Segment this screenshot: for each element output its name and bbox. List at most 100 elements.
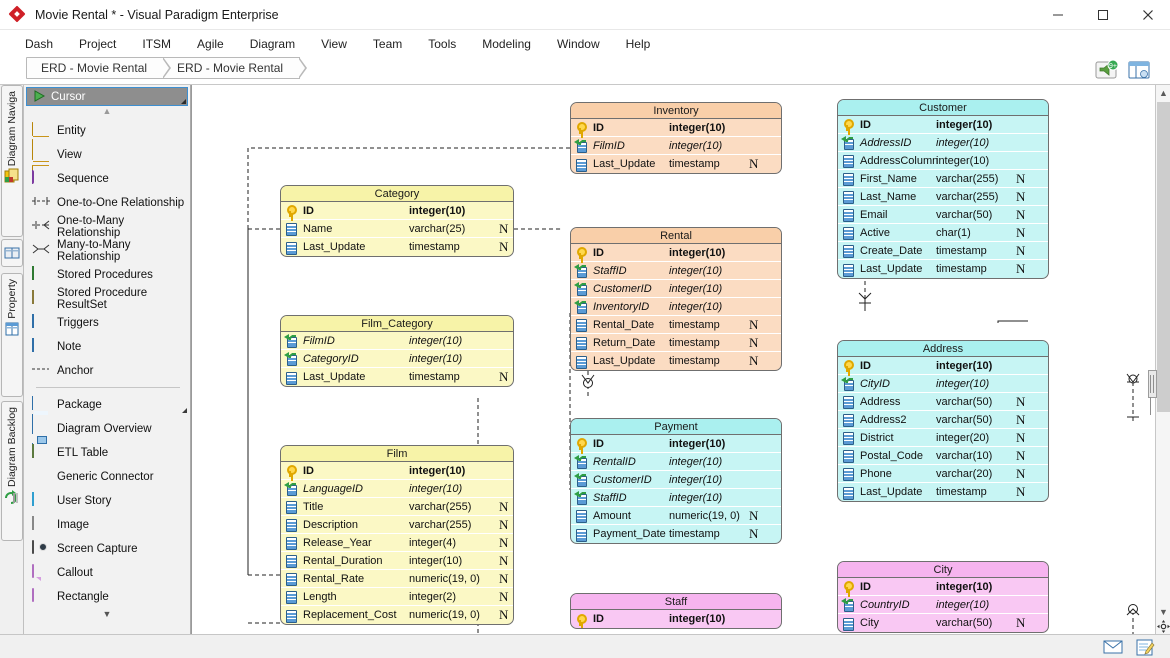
- palette-item-image[interactable]: Image: [24, 513, 190, 537]
- er-column-row[interactable]: LanguageID integer(10): [281, 480, 513, 498]
- palette-item-view[interactable]: View: [24, 143, 190, 179]
- er-column-row[interactable]: Last_Update timestamp N: [838, 260, 1048, 278]
- er-column-row[interactable]: Rental_Rate numeric(19, 0) N: [281, 570, 513, 588]
- scroll-down-icon[interactable]: ▼: [24, 609, 190, 623]
- er-column-row[interactable]: Email varchar(50) N: [838, 206, 1048, 224]
- menu-view[interactable]: View: [308, 33, 360, 55]
- er-column-row[interactable]: City varchar(50) N: [838, 614, 1048, 632]
- er-column-row[interactable]: Release_Year integer(4) N: [281, 534, 513, 552]
- minimize-button[interactable]: [1035, 0, 1080, 30]
- er-column-row[interactable]: FilmID integer(10): [571, 137, 781, 155]
- palette-item-rectangle[interactable]: Rectangle: [24, 585, 190, 609]
- er-entity-address[interactable]: Address ID integer(10) CityID integer(10) Add…: [837, 340, 1049, 502]
- er-column-row[interactable]: Last_Update timestamp N: [281, 238, 513, 256]
- window-layout-icon[interactable]: [1126, 58, 1152, 82]
- er-column-row[interactable]: ID integer(10): [281, 462, 513, 480]
- maximize-button[interactable]: [1080, 0, 1125, 30]
- canvas-vertical-scrollbar[interactable]: ▲ ▼: [1148, 85, 1170, 634]
- palette-item-generic-connector[interactable]: Generic Connector: [24, 465, 190, 489]
- palette-item-many-to-many[interactable]: Many-to-Many Relationship: [24, 239, 190, 263]
- er-column-row[interactable]: ID integer(10): [571, 244, 781, 262]
- er-entity-film[interactable]: Film ID integer(10) LanguageID integer(10) Ti…: [280, 445, 514, 625]
- breadcrumb-item-1[interactable]: ERD - Movie Rental: [26, 57, 172, 79]
- scroll-up-icon[interactable]: ▲: [24, 106, 190, 119]
- palette-item-one-to-many[interactable]: One-to-Many Relationship: [24, 215, 190, 239]
- menu-diagram[interactable]: Diagram: [237, 33, 308, 55]
- er-column-row[interactable]: AddressColumn integer(10): [838, 152, 1048, 170]
- er-column-row[interactable]: CustomerID integer(10): [571, 471, 781, 489]
- er-column-row[interactable]: Payment_Date timestamp N: [571, 525, 781, 543]
- er-column-row[interactable]: Phone varchar(20) N: [838, 465, 1048, 483]
- edit-note-icon[interactable]: [1134, 637, 1156, 657]
- palette-item-sequence[interactable]: Sequence: [24, 167, 190, 191]
- vtab-diagram-backlog[interactable]: Diagram Backlog: [1, 401, 23, 541]
- er-column-row[interactable]: ID integer(10): [838, 578, 1048, 596]
- message-envelope-icon[interactable]: [1102, 637, 1124, 657]
- er-column-row[interactable]: CategoryID integer(10): [281, 350, 513, 368]
- palette-item-package[interactable]: Package: [24, 393, 190, 428]
- er-column-row[interactable]: ID integer(10): [838, 116, 1048, 134]
- pan-tool-icon[interactable]: [1156, 619, 1170, 634]
- menu-itsm[interactable]: ITSM: [129, 33, 184, 55]
- er-column-row[interactable]: Amount numeric(19, 0) N: [571, 507, 781, 525]
- palette-item-stored-procedures[interactable]: Stored Procedures: [24, 263, 190, 287]
- palette-item-etl-table[interactable]: ETL Table: [24, 441, 190, 465]
- diagram-surface[interactable]: Inventory ID integer(10) FilmID integer(10) L…: [192, 85, 1156, 634]
- er-entity-rental[interactable]: Rental ID integer(10) StaffID integer(10) Cus…: [570, 227, 782, 371]
- er-column-row[interactable]: Address varchar(50) N: [838, 393, 1048, 411]
- palette-item-user-story[interactable]: User Story: [24, 489, 190, 513]
- er-column-row[interactable]: Rental_Duration integer(10) N: [281, 552, 513, 570]
- er-column-row[interactable]: Active char(1) N: [838, 224, 1048, 242]
- palette-item-anchor[interactable]: Anchor: [24, 359, 190, 383]
- palette-item-stored-procedure-resultset[interactable]: Stored Procedure ResultSet: [24, 287, 190, 311]
- er-entity-customer[interactable]: Customer ID integer(10) AddressID integer(10…: [837, 99, 1049, 279]
- er-column-row[interactable]: Length integer(2) N: [281, 588, 513, 606]
- er-column-row[interactable]: InventoryID integer(10): [571, 298, 781, 316]
- er-entity-category[interactable]: Category ID integer(10) Name varchar(25) N Las…: [280, 185, 514, 257]
- er-column-row[interactable]: Title varchar(255) N: [281, 498, 513, 516]
- palette-item-one-to-one[interactable]: One-to-One Relationship: [24, 191, 190, 215]
- menu-dash[interactable]: Dash: [12, 33, 66, 55]
- er-column-row[interactable]: Replacement_Cost numeric(19, 0) N: [281, 606, 513, 624]
- er-column-row[interactable]: Last_Name varchar(255) N: [838, 188, 1048, 206]
- menu-window[interactable]: Window: [544, 33, 613, 55]
- er-column-row[interactable]: ID integer(10): [571, 119, 781, 137]
- er-column-row[interactable]: Postal_Code varchar(10) N: [838, 447, 1048, 465]
- palette-item-entity[interactable]: Entity: [24, 119, 190, 153]
- er-column-row[interactable]: Address2 varchar(50) N: [838, 411, 1048, 429]
- er-column-row[interactable]: Create_Date timestamp N: [838, 242, 1048, 260]
- scrollbar-down-arrow[interactable]: ▼: [1156, 604, 1170, 620]
- breadcrumb-item-2[interactable]: ERD - Movie Rental: [163, 57, 308, 79]
- menu-help[interactable]: Help: [613, 33, 664, 55]
- er-column-row[interactable]: Name varchar(25) N: [281, 220, 513, 238]
- er-entity-city[interactable]: City ID integer(10) CountryID integer(10) Cit…: [837, 561, 1049, 633]
- er-column-row[interactable]: District integer(20) N: [838, 429, 1048, 447]
- palette-item-screen-capture[interactable]: Screen Capture: [24, 537, 190, 561]
- er-column-row[interactable]: Rental_Date timestamp N: [571, 316, 781, 334]
- menu-modeling[interactable]: Modeling: [469, 33, 544, 55]
- er-column-row[interactable]: ID integer(10): [281, 202, 513, 220]
- er-column-row[interactable]: ID integer(10): [571, 610, 781, 628]
- palette-item-triggers[interactable]: Triggers: [24, 311, 190, 335]
- er-entity-payment[interactable]: Payment ID integer(10) RentalID integer(10) C…: [570, 418, 782, 544]
- er-column-row[interactable]: CustomerID integer(10): [571, 280, 781, 298]
- er-column-row[interactable]: Last_Update timestamp N: [281, 368, 513, 386]
- vtab-diagram-navigator[interactable]: Diagram Naviga: [1, 85, 23, 237]
- menu-project[interactable]: Project: [66, 33, 129, 55]
- er-column-row[interactable]: ID integer(10): [571, 435, 781, 453]
- er-column-row[interactable]: Last_Update timestamp N: [571, 352, 781, 370]
- menu-agile[interactable]: Agile: [184, 33, 237, 55]
- er-column-row[interactable]: Last_Update timestamp N: [838, 483, 1048, 501]
- er-column-row[interactable]: Last_Update timestamp N: [571, 155, 781, 173]
- er-column-row[interactable]: First_Name varchar(255) N: [838, 170, 1048, 188]
- er-entity-film_category[interactable]: Film_Category FilmID integer(10) CategoryID…: [280, 315, 514, 387]
- scrollbar-up-arrow[interactable]: ▲: [1156, 85, 1170, 101]
- er-column-row[interactable]: StaffID integer(10): [571, 489, 781, 507]
- vtab-property[interactable]: Property: [1, 273, 23, 397]
- scrollbar-resize-grip[interactable]: [1148, 370, 1157, 415]
- palette-item-callout[interactable]: Callout: [24, 561, 190, 585]
- notification-megaphone-icon[interactable]: 9+: [1094, 58, 1120, 82]
- palette-cursor-tool[interactable]: Cursor: [26, 87, 188, 106]
- vtab-model-explorer[interactable]: [1, 239, 23, 267]
- er-column-row[interactable]: Return_Date timestamp N: [571, 334, 781, 352]
